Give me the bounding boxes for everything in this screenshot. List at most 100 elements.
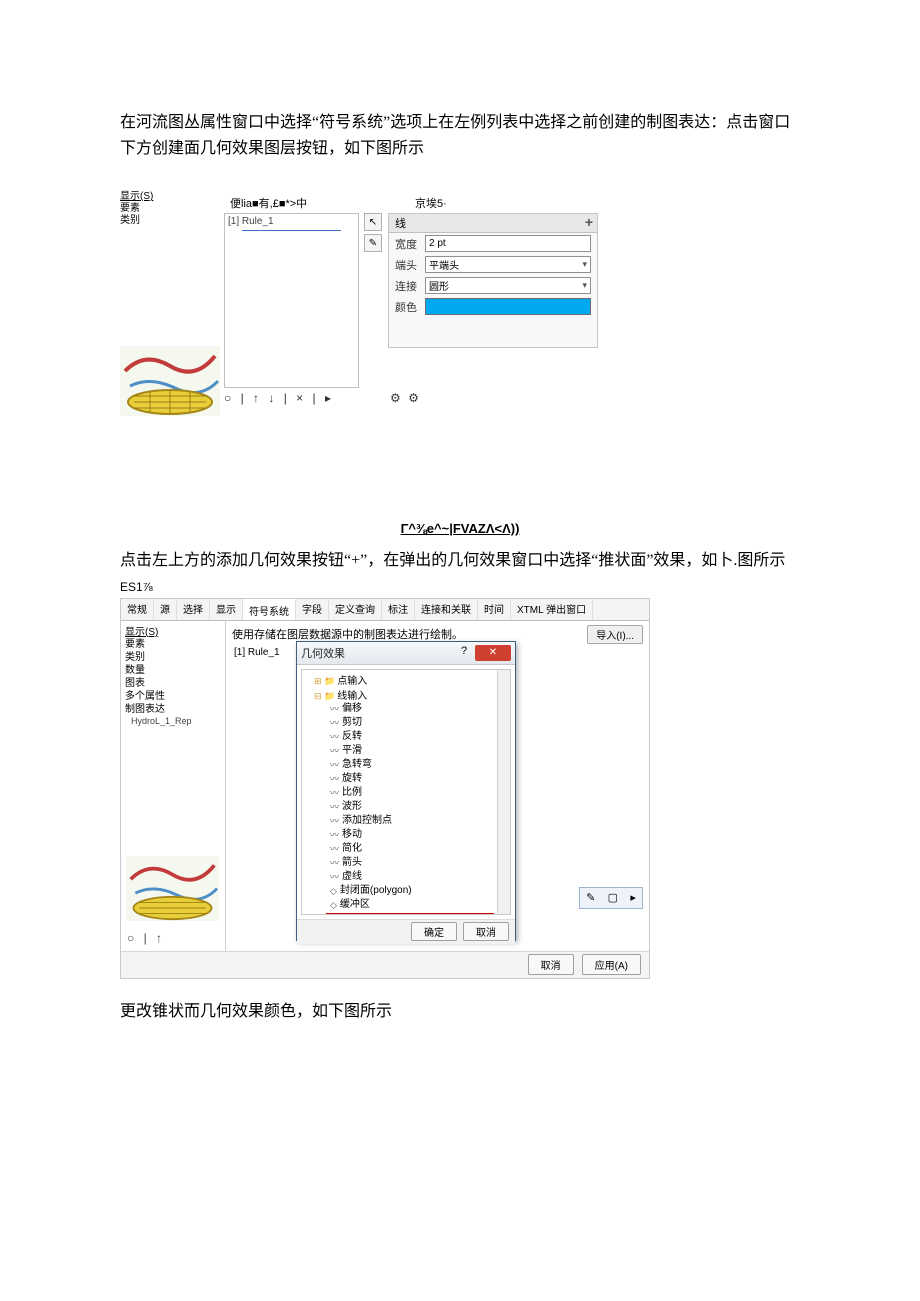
- polygon-icon: ◇: [349, 914, 356, 915]
- join-label: 连接: [395, 278, 425, 294]
- effect-wave[interactable]: 波形: [342, 800, 362, 814]
- line-effect-icon: 〰: [330, 772, 339, 786]
- leftcat-rep-hydro[interactable]: HydroL_1_Rep: [125, 716, 221, 726]
- footer-cancel-button[interactable]: 取消: [528, 954, 574, 975]
- tab-fields[interactable]: 字段: [296, 599, 329, 620]
- fig1-header-features: 要素: [120, 203, 175, 215]
- mini-tool-play-icon[interactable]: ▸: [630, 891, 636, 904]
- folder-icon: ⊟ 📁: [314, 691, 335, 701]
- line-effect-icon: 〰: [330, 842, 339, 856]
- tab-selection[interactable]: 选择: [177, 599, 210, 620]
- geometry-effect-dialog: 几何效果 ? ✕ ⊞ 📁点输入 ⊟ 📁线输入 〰偏移 〰剪切 〰反转 〰平滑 〰…: [296, 641, 516, 941]
- import-button[interactable]: 导入(I)...: [587, 625, 643, 644]
- mini-tool-pen-icon[interactable]: ✎: [586, 891, 595, 904]
- fig1-header-categories: 类别: [120, 215, 175, 227]
- line-effect-icon: 〰: [330, 702, 339, 716]
- leftcat-quantities[interactable]: 数量: [125, 664, 221, 677]
- leftcat-representation[interactable]: 制图表达: [125, 703, 221, 716]
- tab-symbology[interactable]: 符号系统: [243, 599, 296, 620]
- dialog-help-icon[interactable]: ?: [456, 645, 472, 661]
- join-dropdown[interactable]: 圆形: [425, 277, 591, 294]
- map-preview-icon: [120, 346, 220, 416]
- line-effect-icon: 〰: [330, 828, 339, 842]
- fig2-left-bottom-toolbar[interactable]: ○ | ↑: [127, 931, 165, 945]
- dialog-close-button[interactable]: ✕: [475, 645, 511, 661]
- footer-apply-button[interactable]: 应用(A): [582, 954, 641, 975]
- fig1-top-label-2: 京埃5·: [415, 195, 447, 211]
- leftcat-features[interactable]: 要素: [125, 638, 221, 651]
- polygon-icon: ◇: [330, 884, 337, 898]
- garbled-formula-text: Γ^⅜e^~|FVAZΛ<Λ)): [120, 521, 800, 536]
- fig2-show-header: 显示(S): [125, 623, 221, 638]
- group-line-input[interactable]: 线输入: [337, 691, 367, 702]
- layer-properties-footer: 取消 应用(A): [121, 951, 649, 978]
- effect-cut[interactable]: 剪切: [342, 716, 362, 730]
- effect-move[interactable]: 移动: [342, 828, 362, 842]
- fig1-tool-column: ↖ ✎: [364, 213, 382, 255]
- effect-dash[interactable]: 虚线: [342, 870, 362, 884]
- add-geometry-effect-button[interactable]: +: [585, 214, 593, 230]
- fig1-left-column: 显示(S) 要素 类别: [120, 191, 175, 227]
- effect-buffer[interactable]: 缓冲区: [340, 898, 370, 912]
- effect-smooth[interactable]: 平滑: [342, 744, 362, 758]
- line-effect-icon: 〰: [330, 716, 339, 730]
- effect-tapered-polygon-selected[interactable]: ◇锥状面: [326, 913, 494, 915]
- width-input[interactable]: 2 pt: [425, 235, 591, 252]
- fig1-bottom-toolbar[interactable]: ○ | ↑ ↓ | × | ▸: [224, 391, 334, 405]
- tab-xtml[interactable]: XTML 弹出窗口: [511, 599, 593, 620]
- effect-addctrl[interactable]: 添加控制点: [342, 814, 392, 828]
- fig2-mini-toolbox: ✎ ▢ ▸: [579, 887, 643, 909]
- dialog-cancel-button[interactable]: 取消: [463, 922, 509, 941]
- cap-dropdown[interactable]: 平端头: [425, 256, 591, 273]
- line-effect-icon: 〰: [330, 800, 339, 814]
- dialog-titlebar: 几何效果 ? ✕: [297, 642, 515, 665]
- line-effect-icon: 〰: [330, 870, 339, 884]
- effect-enclosing-polygon[interactable]: 封闭面(polygon): [340, 884, 412, 898]
- rule-list-2[interactable]: [1] Rule_1: [232, 646, 291, 664]
- rule-list[interactable]: [1] Rule_1: [224, 213, 359, 388]
- tool-pen-icon[interactable]: ✎: [364, 234, 382, 252]
- line-effect-icon: 〰: [330, 730, 339, 744]
- leftcat-charts[interactable]: 图表: [125, 677, 221, 690]
- tab-defquery[interactable]: 定义查询: [329, 599, 382, 620]
- color-swatch[interactable]: [425, 298, 591, 315]
- paragraph-2: 点击左上方的添加几何效果按钮“+”，在弹出的几何效果窗口中选择“推状面”效果，如…: [120, 548, 800, 574]
- paragraph-1: 在河流图丛属性窗口中选择“符号系统”选项上在左例列表中选择之前创建的制图表达：点…: [120, 110, 800, 161]
- group-point-input[interactable]: 点输入: [337, 676, 367, 687]
- tab-joins[interactable]: 连接和关联: [415, 599, 478, 620]
- effect-rotate[interactable]: 旋转: [342, 772, 362, 786]
- effect-reverse[interactable]: 反转: [342, 730, 362, 744]
- tab-display[interactable]: 显示: [210, 599, 243, 620]
- effect-arrow[interactable]: 箭头: [342, 856, 362, 870]
- tool-arrow-icon[interactable]: ↖: [364, 213, 382, 231]
- effect-jog[interactable]: 急转弯: [342, 758, 372, 772]
- width-label: 宽度: [395, 236, 425, 252]
- rule-item-underline: [242, 229, 341, 231]
- tab-general[interactable]: 常规: [121, 599, 154, 620]
- tab-source[interactable]: 源: [154, 599, 177, 620]
- line-effect-icon: 〰: [330, 758, 339, 772]
- leftcat-multiattr[interactable]: 多个属性: [125, 690, 221, 703]
- folder-icon: ⊞ 📁: [314, 676, 335, 686]
- line-effect-icon: 〰: [330, 786, 339, 800]
- effect-simplify[interactable]: 简化: [342, 842, 362, 856]
- figure-2-geometry-effect-dialog: 常规 源 选择 显示 符号系统 字段 定义查询 标注 连接和关联 时间 XTML…: [120, 598, 650, 979]
- tab-time[interactable]: 时间: [478, 599, 511, 620]
- map-preview-icon-2: [125, 856, 220, 921]
- leftcat-categories[interactable]: 类别: [125, 651, 221, 664]
- panel-tab-line[interactable]: 线: [395, 215, 406, 231]
- polygon-icon: ◇: [330, 898, 337, 912]
- fig2-left-panel: 显示(S) 要素 类别 数量 图表 多个属性 制图表达 HydroL_1_Rep: [121, 621, 226, 951]
- effect-offset[interactable]: 偏移: [342, 702, 362, 716]
- tree-scrollbar[interactable]: [497, 670, 510, 914]
- layer-properties-tabs: 常规 源 选择 显示 符号系统 字段 定义查询 标注 连接和关联 时间 XTML…: [121, 599, 649, 621]
- line-effect-icon: 〰: [330, 744, 339, 758]
- effect-scale[interactable]: 比例: [342, 786, 362, 800]
- mini-tool-rect-icon[interactable]: ▢: [608, 891, 618, 904]
- tab-labels[interactable]: 标注: [382, 599, 415, 620]
- dialog-ok-button[interactable]: 确定: [411, 922, 457, 941]
- color-label: 颜色: [395, 299, 425, 315]
- paragraph-3: 更改锥状而几何效果颜色，如下图所示: [120, 999, 800, 1025]
- fig1-bottom-toolbar-2[interactable]: ⚙ ⚙: [390, 391, 421, 405]
- rule-item-1[interactable]: [1] Rule_1: [228, 216, 355, 227]
